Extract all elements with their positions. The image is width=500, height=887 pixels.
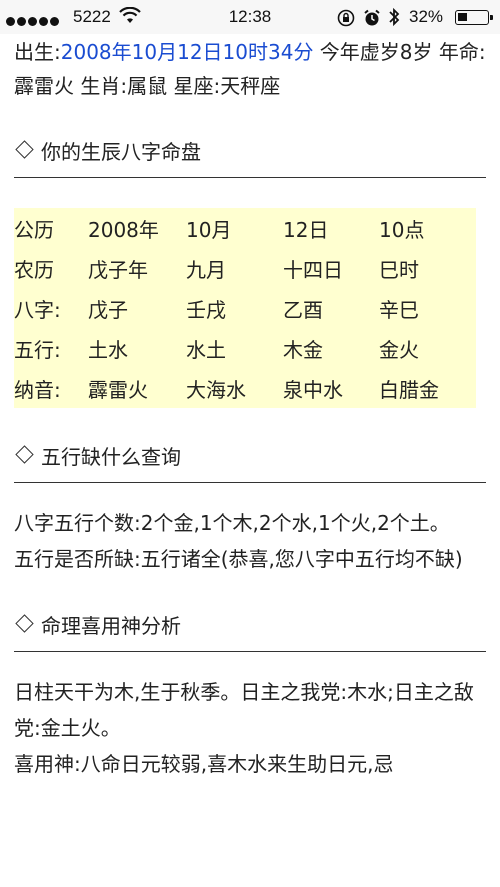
bazi-cell: 乙酉 (283, 297, 323, 322)
bazi-row: 公历 2008年 10月 12日 10点 (14, 208, 476, 248)
bazi-row-label: 公历 (14, 217, 54, 242)
analysis-line-1: 日柱天干为木,生于秋季。日主之我党:木水;日主之敌党:金土火。 (14, 680, 474, 740)
alarm-icon (363, 9, 381, 32)
bazi-chart-table: 公历 2008年 10月 12日 10点农历 戊子年 九月 十四日 巳时八字: 戊子 壬戌 乙酉 辛巳五… (14, 208, 476, 408)
birth-info: 出生:2008年10月12日10时34分 今年虚岁8岁 年命:霹雷火 生肖:属鼠… (14, 35, 486, 103)
status-bar: 5222 12:38 32% (0, 0, 500, 34)
wuxing-section-title: 五行缺什么查询 (41, 445, 181, 469)
bazi-row-label: 纳音: (14, 377, 61, 402)
birth-datetime-link[interactable]: 2008年10月12日10时34分 (61, 40, 314, 64)
bazi-section-header: 你的生辰八字命盘 (14, 137, 486, 178)
main-content: 出生:2008年10月12日10时34分 今年虚岁8岁 年命:霹雷火 生肖:属鼠… (14, 34, 486, 782)
analysis-line-2: 喜用神:八命日元较弱,喜木水来生助日元,忌 (14, 752, 394, 776)
bazi-cell: 辛巳 (379, 297, 419, 322)
bazi-cell: 戊子 (88, 297, 128, 322)
bazi-cell: 水土 (186, 337, 226, 362)
analysis-section-header: 命理喜用神分析 (14, 611, 486, 652)
bazi-section-title: 你的生辰八字命盘 (41, 140, 201, 164)
bazi-cell: 10点 (379, 217, 425, 242)
bazi-cell: 戊子年 (88, 257, 148, 282)
analysis-section-title: 命理喜用神分析 (41, 614, 181, 638)
bazi-cell: 霹雷火 (88, 377, 148, 402)
bazi-row: 纳音: 霹雷火 大海水 泉中水 白腊金 (14, 368, 476, 408)
bazi-cell: 10月 (186, 217, 232, 242)
bluetooth-icon (387, 7, 401, 32)
wuxing-section-header: 五行缺什么查询 (14, 442, 486, 483)
bazi-cell: 泉中水 (283, 377, 343, 402)
diamond-icon (15, 445, 34, 464)
bazi-cell: 巳时 (379, 257, 419, 282)
bazi-cell: 壬戌 (186, 297, 226, 322)
bazi-cell: 十四日 (283, 257, 343, 282)
wuxing-count-text: 八字五行个数:2个金,1个木,2个水,1个火,2个土。 (14, 511, 450, 535)
bazi-cell: 木金 (283, 337, 323, 362)
birth-label: 出生: (14, 40, 61, 64)
bazi-row: 八字: 戊子 壬戌 乙酉 辛巳 (14, 288, 476, 328)
diamond-icon (15, 140, 34, 159)
battery-percentage: 32% (409, 7, 444, 26)
wuxing-result: 八字五行个数:2个金,1个木,2个水,1个火,2个土。 五行是否所缺:五行诸全(… (14, 505, 486, 577)
wuxing-missing-text: 五行是否所缺:五行诸全(恭喜,您八字中五行均不缺) (14, 547, 463, 571)
bazi-cell: 2008年 (88, 217, 159, 242)
bazi-cell: 金火 (379, 337, 419, 362)
bazi-cell: 白腊金 (379, 377, 439, 402)
bazi-cell: 12日 (283, 217, 329, 242)
battery-icon (455, 10, 493, 25)
bazi-cell: 九月 (186, 257, 226, 282)
diamond-icon (15, 614, 34, 633)
bazi-row: 农历 戊子年 九月 十四日 巳时 (14, 248, 476, 288)
bazi-row-label: 五行: (14, 337, 61, 362)
analysis-text: 日柱天干为木,生于秋季。日主之我党:木水;日主之敌党:金土火。 喜用神:八命日元… (14, 674, 486, 782)
bazi-row-label: 八字: (14, 297, 61, 322)
rotation-lock-icon (337, 9, 355, 32)
bazi-row: 五行: 土水 水土 木金 金火 (14, 328, 476, 368)
bazi-cell: 土水 (88, 337, 128, 362)
bazi-row-label: 农历 (14, 257, 54, 282)
bazi-cell: 大海水 (186, 377, 246, 402)
